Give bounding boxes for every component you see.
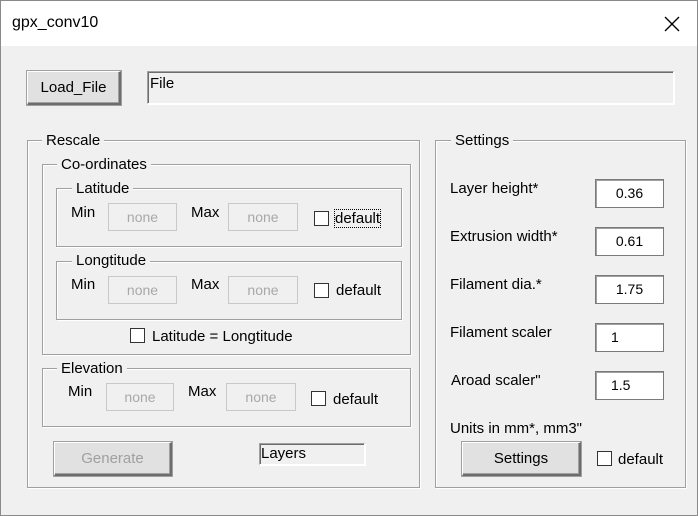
longtitude-max-input[interactable]: none [228, 276, 298, 304]
longtitude-default-label[interactable]: default [336, 282, 381, 299]
longtitude-default-checkbox[interactable] [314, 283, 329, 298]
file-path-text: File [150, 75, 175, 92]
latitude-max-label: Max [191, 204, 220, 221]
rescale-legend: Rescale [42, 132, 105, 149]
app-window: gpx_conv10 Load_File File Rescale Co-ord… [0, 0, 698, 516]
load-file-button[interactable]: Load_File [27, 71, 121, 105]
longtitude-legend: Longtitude [72, 252, 151, 269]
elevation-max-label: Max [188, 383, 217, 400]
elevation-legend: Elevation [57, 360, 127, 377]
title-bar: gpx_conv10 [1, 1, 697, 46]
filament-scaler-input[interactable]: 1 [595, 323, 664, 352]
units-note: Units in mm*, mm3" [450, 420, 583, 437]
layer-height-label: Layer height* [450, 180, 539, 197]
settings-default-checkbox[interactable] [597, 451, 612, 466]
longtitude-min-label: Min [71, 276, 96, 293]
lat-eq-long-checkbox[interactable] [130, 328, 145, 343]
settings-button[interactable]: Settings [462, 442, 581, 476]
latitude-default-label[interactable]: default [333, 209, 382, 228]
elevation-max-input[interactable]: none [226, 383, 296, 411]
elevation-min-input[interactable]: none [106, 383, 174, 411]
layers-field[interactable]: Layers [259, 443, 365, 465]
file-path-field[interactable]: File [147, 71, 674, 104]
aroad-scaler-input[interactable]: 1.5 [595, 371, 664, 400]
latitude-legend: Latitude [72, 180, 134, 197]
lat-eq-long-label[interactable]: Latitude = Longtitude [152, 328, 293, 345]
elevation-default-label[interactable]: default [333, 391, 378, 408]
settings-default-label[interactable]: default [618, 451, 663, 468]
filament-dia-input[interactable]: 1.75 [595, 275, 664, 304]
latitude-max-input[interactable]: none [228, 203, 298, 231]
close-icon[interactable] [661, 13, 683, 35]
elevation-min-label: Min [68, 383, 93, 400]
settings-legend: Settings [451, 132, 514, 149]
extrusion-width-input[interactable]: 0.61 [595, 227, 664, 256]
window-title: gpx_conv10 [12, 14, 99, 31]
latitude-default-checkbox[interactable] [314, 211, 329, 226]
filament-dia-label: Filament dia.* [450, 276, 542, 293]
longtitude-min-input[interactable]: none [108, 276, 177, 304]
extrusion-width-label: Extrusion width* [450, 228, 558, 245]
longtitude-max-label: Max [191, 276, 220, 293]
elevation-default-checkbox[interactable] [311, 391, 326, 406]
layer-height-input[interactable]: 0.36 [595, 179, 664, 208]
latitude-min-label: Min [71, 204, 96, 221]
generate-button[interactable]: Generate [54, 442, 172, 476]
coordinates-legend: Co-ordinates [57, 156, 151, 173]
filament-scaler-label: Filament scaler [450, 324, 552, 341]
latitude-min-input[interactable]: none [108, 203, 177, 231]
aroad-scaler-label: Aroad scaler" [451, 372, 541, 389]
layers-field-text: Layers [261, 445, 307, 462]
